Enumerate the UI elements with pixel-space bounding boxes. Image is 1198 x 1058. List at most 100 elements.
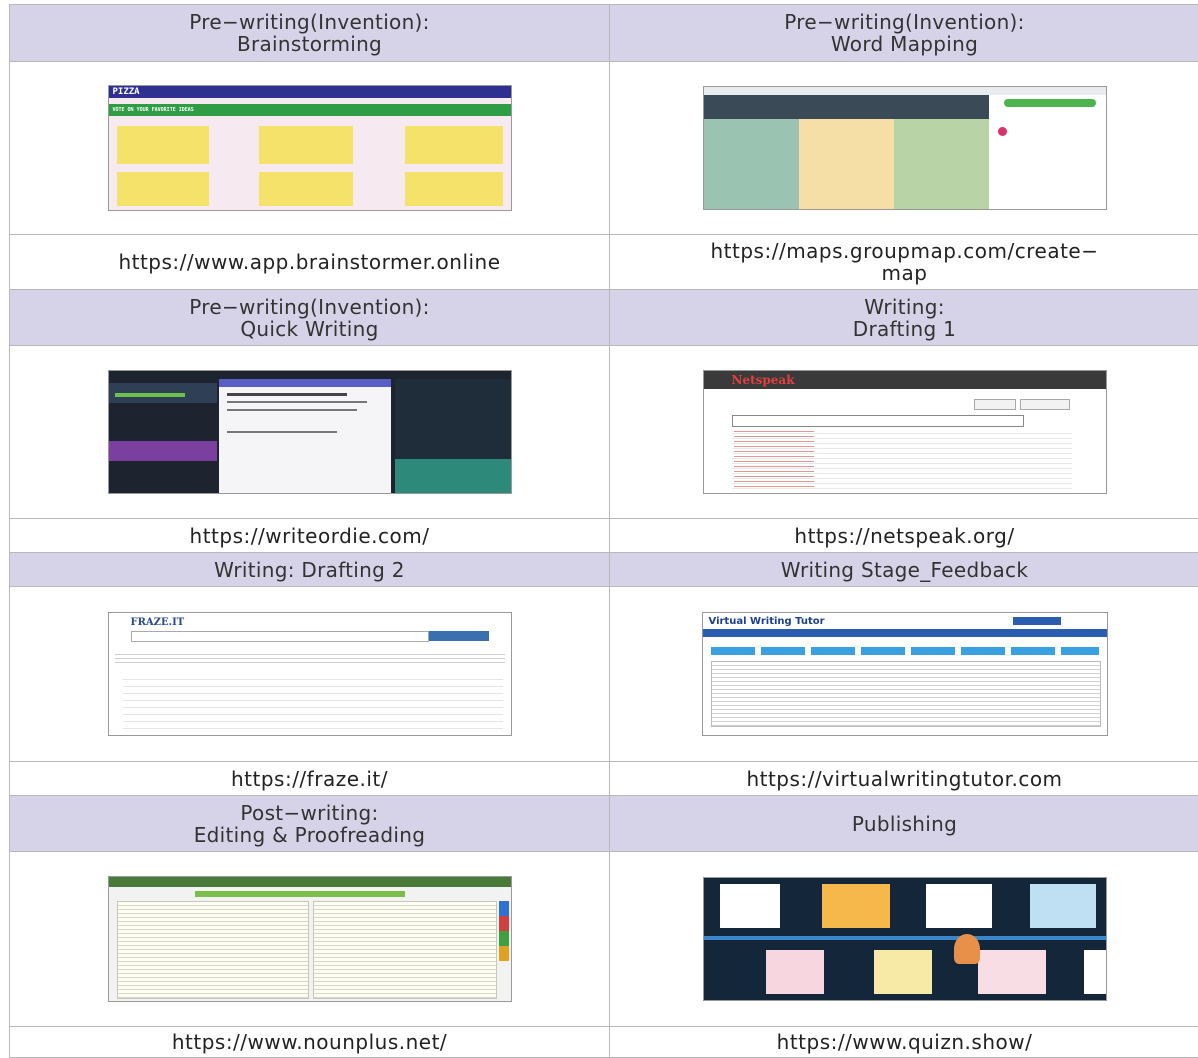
character-illustration [953, 934, 980, 964]
heading-line: Pre−writing(Invention): [784, 10, 1025, 34]
screenshot-cell: Netspeak [610, 346, 1198, 518]
url-line: https://www.nounplus.net/ [171, 1030, 448, 1054]
tool-url: https://maps.groupmap.com/create− map [610, 235, 1198, 289]
quizn-screenshot [702, 877, 1107, 1001]
screenshot-cell [10, 852, 610, 1026]
heading-row: Post−writing: Editing & Proofreading Publ… [10, 796, 1198, 852]
heading-line: Brainstorming [236, 32, 383, 56]
url-line: https://maps.groupmap.com/create− [710, 239, 1099, 263]
board-title: PIZZA [112, 87, 140, 97]
heading-line: Drafting 1 [852, 316, 957, 341]
editor-panel [218, 379, 391, 493]
heading-line: Pre−writing(Invention): [189, 294, 430, 319]
heading-line: Word Mapping [830, 32, 979, 56]
app-titlebar [108, 86, 511, 98]
fraze-screenshot: FRAZE.IT [107, 612, 512, 736]
heading-row: Pre−writing(Invention): Brainstorming Pre… [10, 4, 1198, 62]
next-button [1003, 99, 1096, 107]
stats-card [394, 459, 511, 493]
board-card [1029, 884, 1096, 928]
stage-heading: Pre−writing(Invention): Word Mapping [610, 5, 1198, 61]
screenshot-row: PIZZA VOTE ON YOUR FAVORITE IDEAS [10, 62, 1198, 235]
nounplus-header [108, 877, 511, 887]
text-line [226, 409, 357, 411]
stage-heading: Writing: Drafting 2 [10, 553, 610, 586]
screenshot-cell: Virtual Writing Tutor [610, 587, 1198, 761]
tool-buttons [710, 647, 1099, 655]
stage-heading: Writing: Drafting 1 [610, 290, 1198, 345]
url-line: https://writeordie.com/ [189, 523, 430, 548]
heading-line: Editing & Proofreading [193, 822, 426, 847]
tool-table: Pre−writing(Invention): Brainstorming Pre… [9, 4, 1198, 1058]
search-button [428, 631, 489, 641]
url-line: https://virtualwritingtutor.com [746, 766, 1063, 791]
vwt-logo: Virtual Writing Tutor [708, 616, 825, 627]
title-bar [194, 891, 405, 897]
screenshot-cell: FRAZE.IT [10, 587, 610, 761]
url-line: https://www.quizn.show/ [776, 1030, 1033, 1054]
url-line: map [881, 261, 928, 285]
tool-url: https://writeordie.com/ [10, 519, 610, 552]
map-column [893, 119, 989, 209]
url-line: https://fraze.it/ [230, 766, 388, 791]
board-card [925, 884, 992, 928]
heading-line: Quick Writing [240, 316, 379, 341]
stage-heading: Publishing [610, 796, 1198, 851]
screenshot-row: FRAZE.IT Virtual Writing Tutor [10, 587, 1198, 762]
heading-line: Publishing [851, 811, 958, 836]
map-header [703, 95, 989, 119]
screenshot-cell [10, 346, 610, 518]
stage-heading: Pre−writing(Invention): Quick Writing [10, 290, 610, 345]
tool-url: https://www.quizn.show/ [610, 1027, 1198, 1057]
result-phrases [733, 429, 814, 489]
panel [108, 441, 217, 461]
netspeak-logo: Netspeak [731, 373, 795, 387]
vote-banner-text: VOTE ON YOUR FAVORITE IDEAS [112, 107, 194, 113]
brainstormer-screenshot: PIZZA VOTE ON YOUR FAVORITE IDEAS [107, 85, 512, 211]
sticky-note [258, 126, 353, 164]
lang-button [1019, 399, 1070, 410]
netspeak-screenshot: Netspeak [702, 370, 1107, 494]
sticky-note [258, 172, 353, 206]
stage-heading: Writing Stage_Feedback [610, 553, 1198, 586]
output-pane [312, 901, 497, 999]
tool-url: https://www.nounplus.net/ [10, 1027, 610, 1057]
sticky-note [404, 126, 503, 164]
url-line: https://www.app.brainstormer.online [118, 250, 501, 274]
text-line [226, 401, 367, 403]
browser-bar [703, 87, 1106, 95]
intro-text [114, 651, 505, 665]
url-line: https://netspeak.org/ [794, 523, 1015, 548]
map-column [703, 119, 799, 209]
nounplus-screenshot [107, 876, 512, 1002]
heading-line: Writing: [864, 294, 945, 319]
heading-line: Writing Stage_Feedback [780, 557, 1029, 582]
writeordie-screenshot [107, 370, 512, 494]
stage-heading: Post−writing: Editing & Proofreading [10, 796, 610, 851]
board-card [873, 950, 932, 994]
sticky-note [404, 172, 503, 206]
vwt-screenshot: Virtual Writing Tutor [701, 612, 1108, 736]
url-row: https://www.app.brainstormer.online http… [10, 235, 1198, 290]
text-area [710, 661, 1101, 727]
progress-line [114, 393, 185, 397]
board-card [719, 884, 780, 928]
board-card [977, 950, 1046, 994]
groupmap-screenshot [702, 86, 1107, 210]
screenshot-cell [610, 62, 1198, 234]
lang-button [973, 399, 1016, 410]
heading-line: Post−writing: [240, 800, 379, 825]
board-card [821, 884, 890, 928]
board-card [1083, 950, 1106, 994]
tool-url: https://fraze.it/ [10, 762, 610, 795]
screenshot-cell [610, 852, 1198, 1026]
screenshot-cell: PIZZA VOTE ON YOUR FAVORITE IDEAS [10, 62, 610, 234]
query-box [731, 415, 1024, 427]
url-row: https://www.nounplus.net/ https://www.qu… [10, 1027, 1198, 1058]
url-row: https://fraze.it/ https://virtualwriting… [10, 762, 1198, 796]
heading-row: Pre−writing(Invention): Quick Writing Wri… [10, 290, 1198, 346]
url-row: https://writeordie.com/ https://netspeak… [10, 519, 1198, 553]
avatar [997, 127, 1007, 136]
text-line [226, 431, 337, 433]
input-pane [116, 901, 309, 999]
